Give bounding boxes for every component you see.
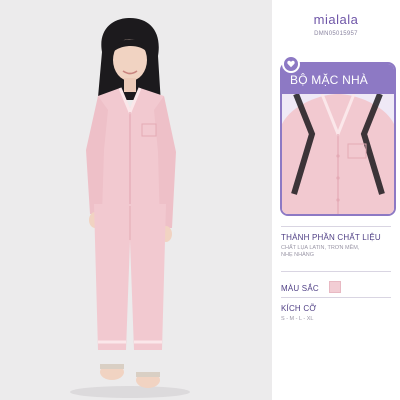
heart-icon (282, 55, 300, 73)
category-card: BỘ MẶC NHÀ (280, 62, 396, 216)
material-line-1: CHẤT LỤA LATIN, TRƠN MỀM, (281, 245, 360, 251)
model-illustration (0, 0, 272, 400)
color-title: MÀU SẮC (281, 284, 319, 293)
category-banner: BỘ MẶC NHÀ (282, 64, 394, 94)
color-section: MÀU SẮC (281, 278, 342, 296)
divider (281, 271, 391, 272)
color-swatch[interactable] (329, 280, 342, 293)
closeup-illustration (282, 92, 394, 214)
size-section: KÍCH CỠ S - M - L - XL (281, 304, 316, 323)
product-sku: DMN05015957 (314, 31, 358, 37)
material-section: THÀNH PHẦN CHẤT LIỆU CHẤT LỤA LATIN, TRƠ… (281, 233, 381, 259)
category-label: BỘ MẶC NHÀ (290, 73, 369, 87)
size-values: S - M - L - XL (281, 316, 314, 322)
product-info-panel: mialala DMN05015957 BỘ MẶC NHÀ THÀNH PHẦ… (272, 0, 400, 400)
material-description: CHẤT LỤA LATIN, TRƠN MỀM, NHẸ NHÀNG (281, 245, 381, 259)
product-photo (0, 0, 272, 400)
closeup-photo (282, 92, 394, 214)
size-title: KÍCH CỠ (281, 304, 317, 313)
divider (281, 226, 391, 227)
divider (281, 297, 391, 298)
material-title: THÀNH PHẦN CHẤT LIỆU (281, 233, 381, 242)
brand-name: mialala (313, 12, 359, 27)
material-line-2: NHẸ NHÀNG (281, 252, 315, 258)
